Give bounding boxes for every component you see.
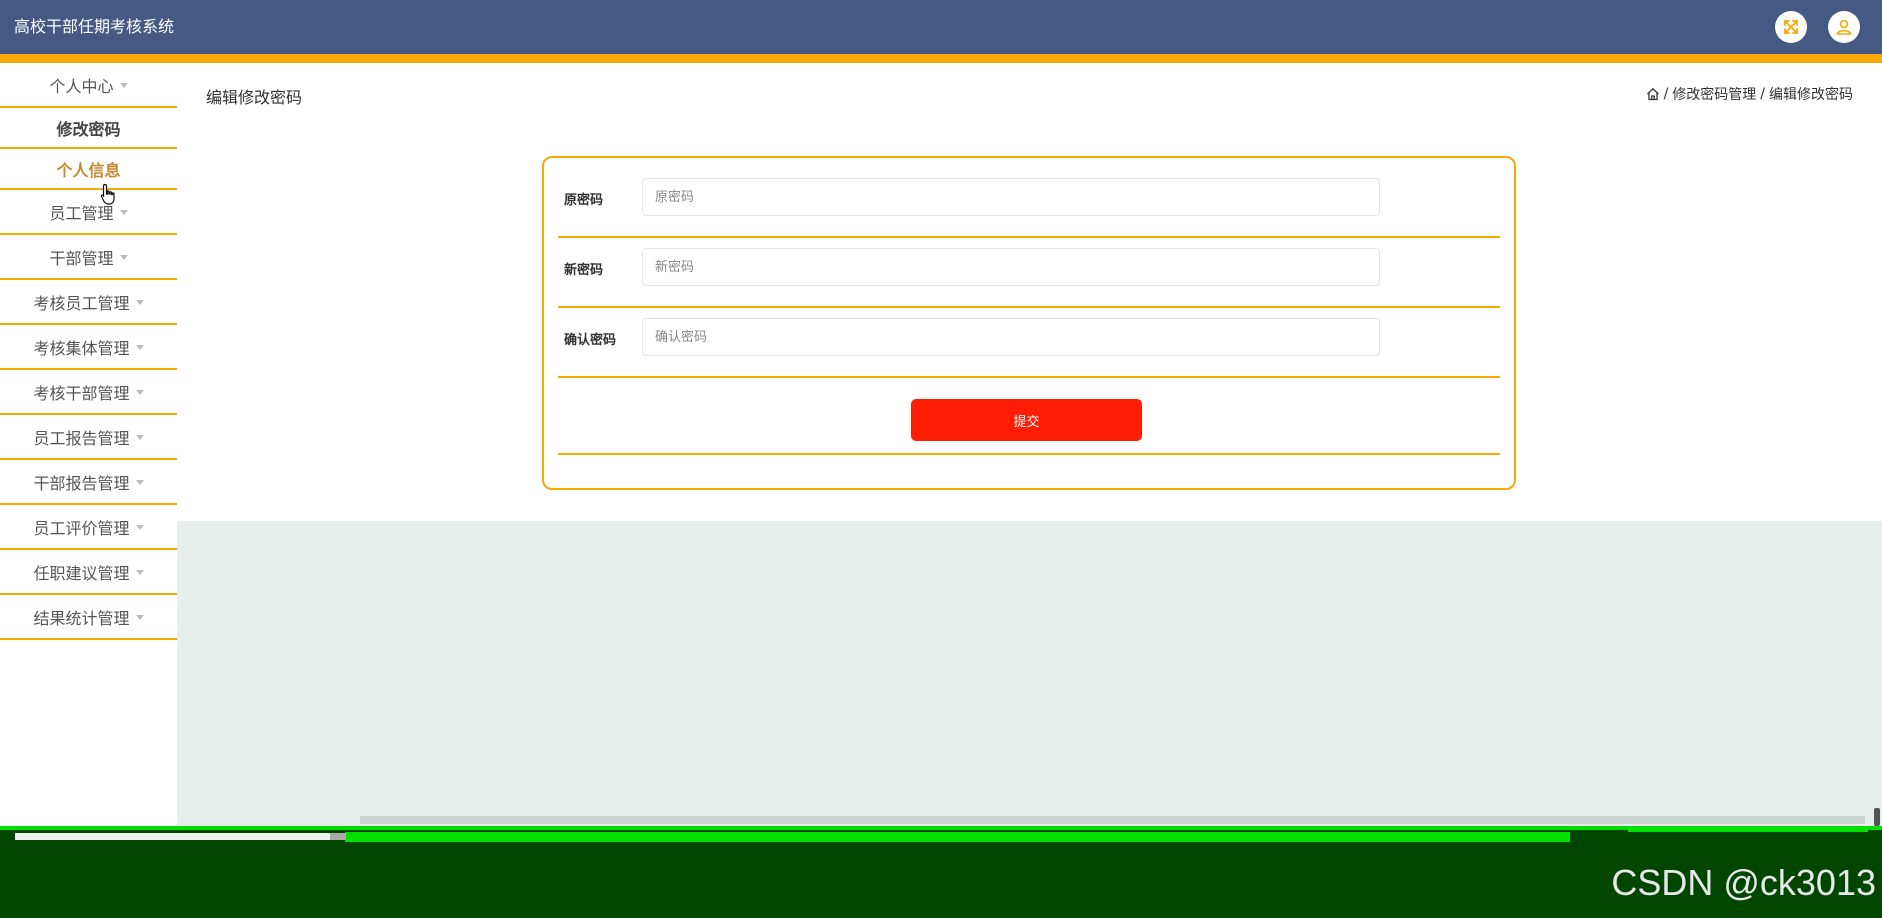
header-accent-bar [0,54,1882,63]
sidebar-item-result-stats-mgmt[interactable]: 结果统计管理 [0,595,177,640]
sidebar-item-label: 个人中心 [49,76,114,96]
sidebar-item-appointment-advice-mgmt[interactable]: 任职建议管理 [0,550,177,595]
submit-button[interactable]: 提交 [911,399,1142,441]
sidebar-item-employee-eval-mgmt[interactable]: 员工评价管理 [0,505,177,550]
sidebar-item-label: 员工评价管理 [33,518,130,538]
user-avatar-button[interactable] [1828,11,1860,43]
sidebar-item-label: 考核干部管理 [33,383,130,403]
breadcrumb-separator: / [1760,86,1765,102]
sidebar: 个人中心 修改密码 个人信息 员工管理 干部管理 考核员工管理 考核集体管理 考… [0,63,177,825]
form-row-confirm-password: 确认密码 [558,308,1500,378]
new-password-label: 新密码 [564,263,604,278]
password-form: 原密码 新密码 确认密码 提交 [542,156,1516,490]
caret-down-icon [135,480,144,485]
sidebar-item-label: 任职建议管理 [33,563,130,583]
sidebar-item-assess-cadre-mgmt[interactable]: 考核干部管理 [0,370,177,415]
sidebar-item-label: 修改密码 [56,119,121,139]
caret-down-icon [135,570,144,575]
form-row-old-password: 原密码 [558,168,1500,238]
confirm-password-input[interactable] [642,318,1380,356]
hand-cursor-icon [100,183,115,205]
caret-down-icon [135,435,144,440]
old-password-label: 原密码 [564,193,604,208]
overlay-bar [330,833,346,840]
watermark-text: CSDN @ck3013 [1611,862,1876,903]
caret-down-icon [135,525,144,530]
sidebar-item-assess-employee-mgmt[interactable]: 考核员工管理 [0,280,177,325]
caret-down-icon [135,300,144,305]
sidebar-item-employee-report-mgmt[interactable]: 员工报告管理 [0,415,177,460]
user-icon [1836,19,1852,35]
vertical-scrollbar-thumb[interactable] [1874,808,1880,826]
sidebar-item-label: 个人信息 [56,160,121,180]
old-password-input[interactable] [642,178,1380,216]
new-password-input[interactable] [642,248,1380,286]
sidebar-item-cadre-report-mgmt[interactable]: 干部报告管理 [0,460,177,505]
sidebar-item-employee-mgmt[interactable]: 员工管理 [0,190,177,235]
overlay-line [0,826,1882,830]
sidebar-item-personal-center[interactable]: 个人中心 [0,63,177,108]
top-header: 高校干部任期考核系统 [0,0,1882,54]
sidebar-subitem-change-password[interactable]: 修改密码 [0,108,177,149]
caret-down-icon [135,345,144,350]
page-title: 编辑修改密码 [206,88,303,107]
sidebar-item-label: 结果统计管理 [33,608,130,628]
caret-down-icon [135,615,144,620]
breadcrumb-item-current: 编辑修改密码 [1769,87,1853,103]
fullscreen-icon [1784,20,1798,34]
breadcrumb-item[interactable]: 修改密码管理 [1672,84,1756,104]
horizontal-scrollbar[interactable] [360,816,1865,824]
form-divider [558,453,1500,455]
sidebar-item-assess-collective-mgmt[interactable]: 考核集体管理 [0,325,177,370]
sidebar-item-label: 考核员工管理 [33,293,130,313]
sidebar-item-label: 干部管理 [49,248,114,268]
caret-down-icon [119,255,128,260]
overlay-line [1628,826,1868,832]
overlay-line [345,832,1570,842]
caret-down-icon [135,390,144,395]
caret-down-icon [119,210,128,215]
fullscreen-button[interactable] [1775,11,1807,43]
breadcrumb-separator: / [1663,86,1669,102]
breadcrumb: / 修改密码管理 / 编辑修改密码 [1646,84,1853,104]
sidebar-item-label: 考核集体管理 [33,338,130,358]
confirm-password-label: 确认密码 [564,333,617,348]
sidebar-item-cadre-mgmt[interactable]: 干部管理 [0,235,177,280]
caret-down-icon [119,83,128,88]
overlay-bar [15,833,330,840]
main-background [177,521,1882,825]
sidebar-item-label: 干部报告管理 [33,473,130,493]
sidebar-subitem-personal-info[interactable]: 个人信息 [0,149,177,190]
sidebar-item-label: 员工报告管理 [33,428,130,448]
form-row-new-password: 新密码 [558,238,1500,308]
app-title: 高校干部任期考核系统 [14,17,175,36]
home-icon[interactable] [1646,87,1660,101]
